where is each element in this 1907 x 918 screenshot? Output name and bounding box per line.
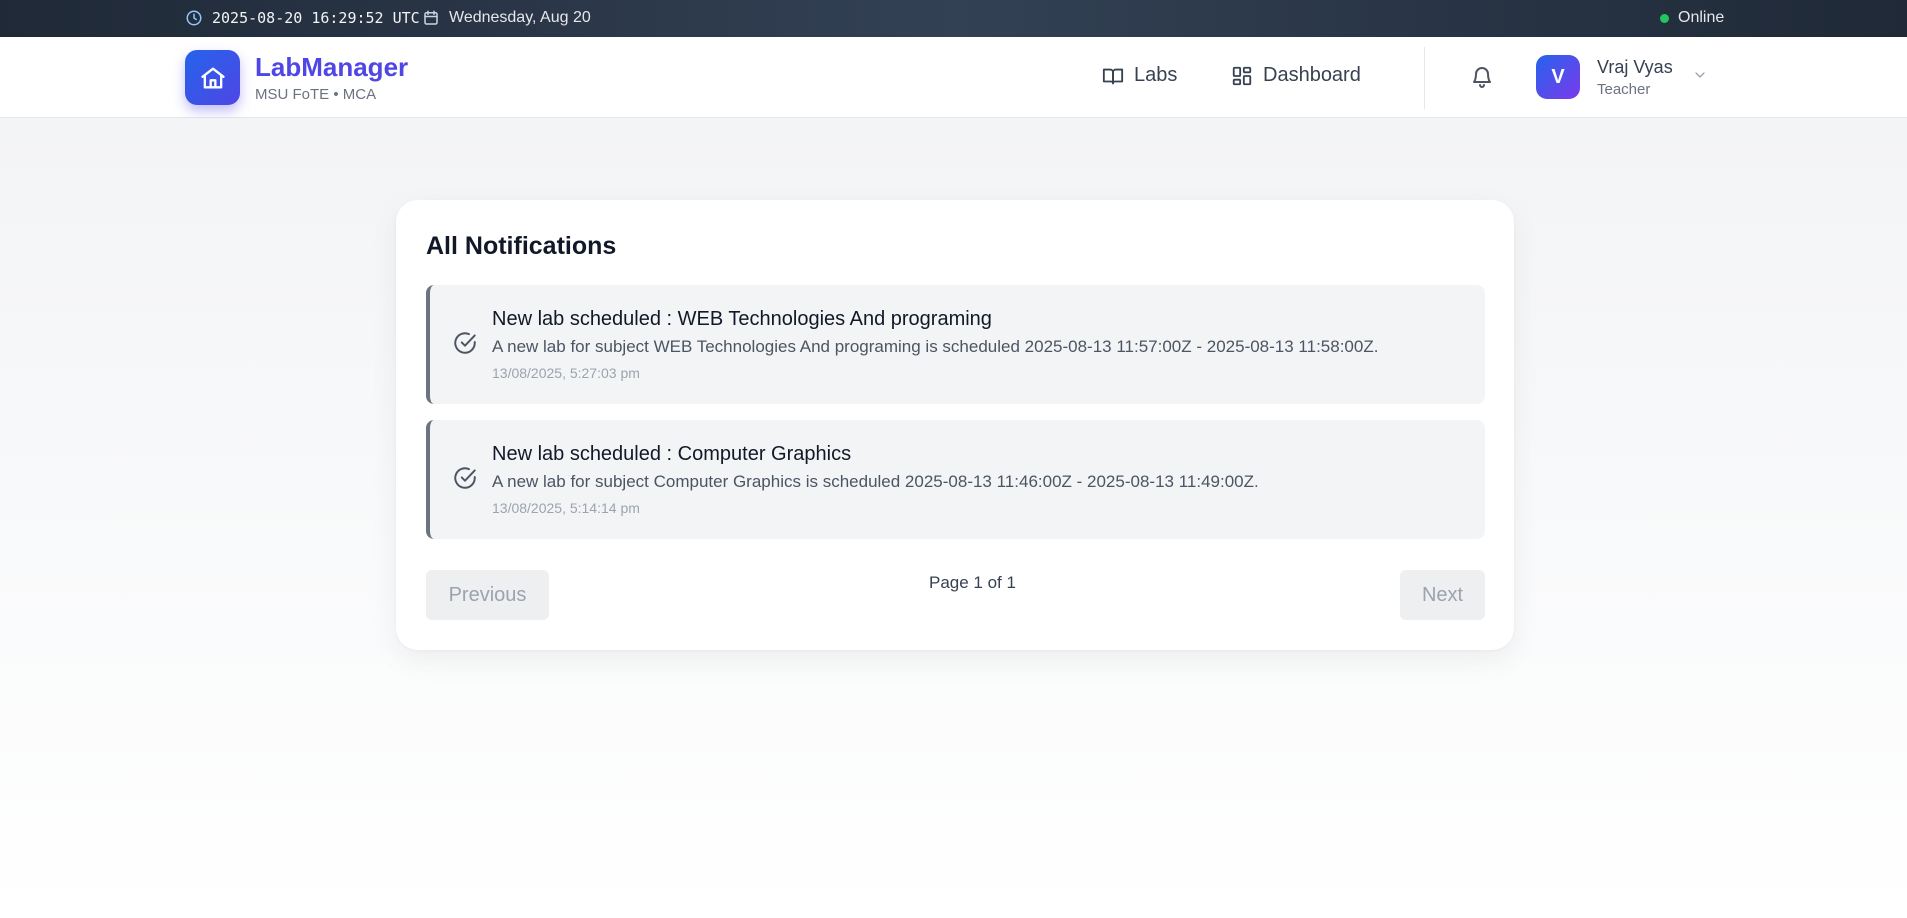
online-status-text: Online (1678, 9, 1725, 26)
notification-time: 13/08/2025, 5:27:03 pm (492, 365, 640, 381)
home-icon (200, 67, 225, 89)
user-menu-toggle[interactable] (1692, 67, 1708, 83)
page-title: All Notifications (426, 232, 617, 260)
page-indicator: Page 1 of 1 (929, 573, 1016, 592)
calendar-icon (422, 9, 440, 27)
brand-title[interactable]: LabManager (255, 52, 408, 83)
nav-dashboard-label: Dashboard (1263, 64, 1361, 86)
grid-icon (1231, 65, 1253, 87)
notification-title: New lab scheduled : Computer Graphics (492, 443, 852, 465)
datetime-display: 2025-08-20 16:29:52 UTC (185, 9, 420, 27)
date-text: Wednesday, Aug 20 (449, 9, 591, 26)
home-logo-button[interactable] (185, 50, 240, 105)
app-header: LabManager MSU FoTE • MCA Labs Dashboard… (0, 37, 1907, 118)
notification-body: A new lab for subject WEB Technologies A… (492, 337, 1379, 356)
notifications-card: All Notifications New lab scheduled : WE… (396, 200, 1514, 650)
main-content: All Notifications New lab scheduled : WE… (0, 118, 1907, 918)
header-divider (1424, 47, 1425, 109)
next-page-button[interactable]: Next (1400, 570, 1485, 620)
notification-body: A new lab for subject Computer Graphics … (492, 472, 1259, 491)
top-status-bar: 2025-08-20 16:29:52 UTC Wednesday, Aug 2… (0, 0, 1907, 37)
user-name[interactable]: Vraj Vyas (1597, 57, 1673, 78)
bell-icon (1473, 67, 1491, 88)
user-role: Teacher (1597, 81, 1651, 98)
online-status-dot (1660, 13, 1669, 23)
notification-item[interactable]: New lab scheduled : WEB Technologies And… (426, 285, 1485, 404)
check-circle-icon (454, 467, 476, 489)
avatar[interactable]: V (1536, 55, 1580, 99)
notification-time: 13/08/2025, 5:14:14 pm (492, 500, 640, 516)
datetime-text: 2025-08-20 16:29:52 UTC (212, 9, 420, 27)
online-status: Online (1660, 9, 1724, 27)
chevron-down-icon (1695, 72, 1705, 78)
notifications-button[interactable] (1470, 65, 1494, 89)
clock-icon (185, 9, 203, 27)
nav-labs[interactable]: Labs (1102, 64, 1177, 87)
book-open-icon (1102, 65, 1124, 87)
brand-subtitle: MSU FoTE • MCA (255, 86, 377, 103)
notification-item[interactable]: New lab scheduled : Computer Graphics A … (426, 420, 1485, 539)
date-display: Wednesday, Aug 20 (422, 9, 591, 27)
nav-labs-label: Labs (1134, 64, 1178, 86)
previous-page-button[interactable]: Previous (426, 570, 549, 620)
notification-title: New lab scheduled : WEB Technologies And… (492, 308, 992, 330)
nav-dashboard[interactable]: Dashboard (1231, 64, 1361, 87)
check-circle-icon (454, 332, 476, 354)
